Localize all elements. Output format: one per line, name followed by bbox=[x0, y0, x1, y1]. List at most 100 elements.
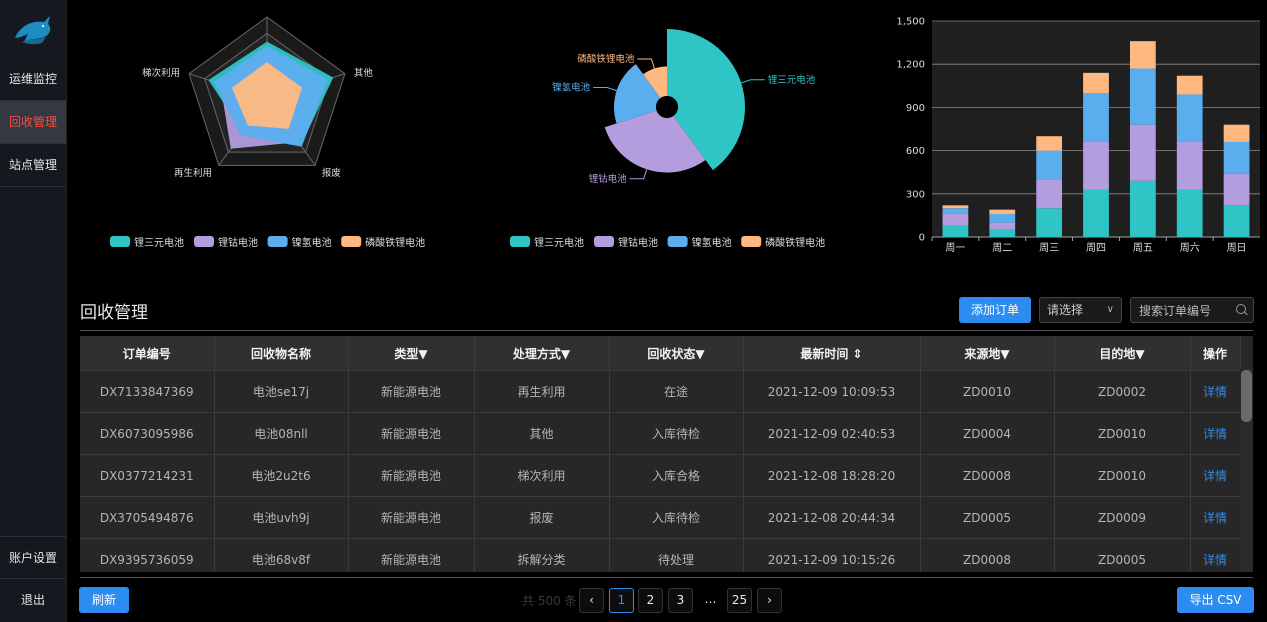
table-cell: ZD0010 bbox=[1054, 454, 1191, 497]
bar-segment[interactable] bbox=[1176, 189, 1203, 237]
total-count: 共 500 条 bbox=[522, 594, 577, 608]
page-25-button[interactable]: 25 bbox=[727, 588, 752, 613]
bar-segment[interactable] bbox=[989, 209, 1016, 214]
rose-pie-chart: 锂三元电池锂钴电池镍氢电池磷酸铁锂电池锂三元电池 锂钴电池 镍氢电池 磷酸铁锂电池 bbox=[510, 29, 825, 249]
prev-page-button[interactable]: ‹ bbox=[579, 588, 604, 613]
details-link[interactable]: 详情 bbox=[1190, 496, 1241, 539]
table-cell: DX6073095986 bbox=[80, 412, 215, 455]
pie-slice-label: 锂三元电池 bbox=[768, 74, 816, 86]
bar-segment[interactable] bbox=[1036, 136, 1063, 151]
bar-segment[interactable] bbox=[1129, 124, 1156, 181]
bar-segment[interactable] bbox=[1223, 205, 1250, 237]
bar-segment[interactable] bbox=[1083, 72, 1109, 93]
page-1-button[interactable]: 1 bbox=[609, 588, 634, 613]
footer-divider bbox=[80, 577, 1253, 578]
column-header[interactable]: 目的地▼ bbox=[1054, 336, 1191, 371]
table-cell: 新能源电池 bbox=[348, 370, 475, 413]
column-header[interactable]: 类型▼ bbox=[348, 336, 475, 371]
column-header[interactable]: 处理方式▼ bbox=[474, 336, 610, 371]
table-cell: 新能源电池 bbox=[348, 412, 475, 455]
pie-label-line bbox=[629, 169, 648, 180]
nav-site-management[interactable]: 站点管理 bbox=[0, 144, 66, 187]
bar-segment[interactable] bbox=[1036, 179, 1063, 209]
page-3-button[interactable]: 3 bbox=[668, 588, 693, 613]
bar-segment[interactable] bbox=[1129, 41, 1156, 69]
nav-account-settings[interactable]: 账户设置 bbox=[0, 536, 66, 579]
order-search-input[interactable] bbox=[1137, 301, 1237, 321]
search-icon[interactable] bbox=[1236, 304, 1246, 314]
details-link[interactable]: 详情 bbox=[1190, 538, 1241, 572]
column-header[interactable]: 来源地▼ bbox=[920, 336, 1055, 371]
bar-segment[interactable] bbox=[1036, 150, 1063, 180]
bar-segment[interactable] bbox=[942, 205, 969, 209]
y-tick-label: 1,500 bbox=[896, 17, 925, 28]
details-link[interactable]: 详情 bbox=[1190, 454, 1241, 497]
y-tick-label: 300 bbox=[906, 189, 925, 200]
bar-segment[interactable] bbox=[1223, 173, 1250, 206]
x-tick-label: 周五 bbox=[1133, 242, 1153, 254]
bar-segment[interactable] bbox=[1083, 141, 1109, 190]
legend-swatch[interactable] bbox=[194, 236, 214, 247]
y-tick-label: 900 bbox=[906, 103, 925, 114]
table-cell: 电池uvh9j bbox=[214, 496, 349, 539]
legend-swatch[interactable] bbox=[741, 236, 762, 247]
table-cell: 2021-12-08 20:44:34 bbox=[743, 496, 921, 539]
bar-segment[interactable] bbox=[1223, 124, 1250, 142]
export-csv-button[interactable]: 导出 CSV bbox=[1177, 587, 1254, 613]
filter-select[interactable]: 请选择 ∨ bbox=[1039, 297, 1122, 323]
legend-swatch[interactable] bbox=[341, 236, 362, 247]
table-cell: 待处理 bbox=[609, 538, 744, 572]
bar-segment[interactable] bbox=[1129, 180, 1156, 237]
table-cell: 2021-12-09 10:15:26 bbox=[743, 538, 921, 572]
bar-segment[interactable] bbox=[942, 208, 969, 214]
bar-segment[interactable] bbox=[1083, 189, 1109, 237]
bar-segment[interactable] bbox=[989, 213, 1016, 223]
table-row: DX7133847369 电池se17j 新能源电池 再生利用 在途 2021-12-09… bbox=[80, 370, 1241, 413]
radar-indicator-label: 再生利用 bbox=[174, 167, 212, 179]
order-search-box[interactable] bbox=[1130, 297, 1254, 323]
legend-label: 锂三元电池 bbox=[134, 236, 184, 249]
x-tick-label: 周日 bbox=[1227, 242, 1247, 254]
table-cell: 2021-12-09 02:40:53 bbox=[743, 412, 921, 455]
legend-swatch[interactable] bbox=[594, 236, 614, 247]
add-order-button[interactable]: 添加订单 bbox=[959, 297, 1031, 323]
table-cell: 入库待检 bbox=[609, 496, 744, 539]
column-header[interactable]: 回收物名称 bbox=[214, 336, 349, 371]
nav-recycle-management[interactable]: 回收管理 bbox=[0, 101, 66, 144]
refresh-button[interactable]: 刷新 bbox=[79, 587, 129, 613]
chevron-down-icon: ∨ bbox=[1106, 304, 1114, 315]
column-header[interactable]: 操作 bbox=[1190, 336, 1241, 371]
bar-segment[interactable] bbox=[989, 229, 1016, 237]
bar-segment[interactable] bbox=[989, 222, 1016, 230]
legend-swatch[interactable] bbox=[510, 236, 530, 247]
page-2-button[interactable]: 2 bbox=[638, 588, 663, 613]
bar-segment[interactable] bbox=[1176, 94, 1203, 142]
legend-label: 磷酸铁锂电池 bbox=[765, 236, 825, 249]
orders-table: 订单编号 回收物名称 类型▼ 处理方式▼ 回收状态▼ 最新时间 ⇕ 来源地▼ 目的地▼ 操作 D… bbox=[80, 336, 1253, 572]
bar-segment[interactable] bbox=[942, 213, 969, 226]
filter-select-value: 请选择 bbox=[1047, 303, 1084, 317]
y-tick-label: 0 bbox=[919, 233, 925, 244]
legend-swatch[interactable] bbox=[267, 236, 288, 247]
column-header[interactable]: 订单编号 bbox=[80, 336, 215, 371]
bar-segment[interactable] bbox=[942, 225, 969, 237]
table-scrollbar-thumb[interactable] bbox=[1241, 370, 1252, 422]
bar-segment[interactable] bbox=[1036, 208, 1063, 237]
legend-label: 磷酸铁锂电池 bbox=[365, 236, 425, 249]
bar-segment[interactable] bbox=[1176, 141, 1203, 190]
nav-ops-monitor[interactable]: 运维监控 bbox=[0, 58, 66, 101]
bar-segment[interactable] bbox=[1083, 93, 1109, 142]
next-page-button[interactable]: › bbox=[757, 588, 782, 613]
legend-swatch[interactable] bbox=[667, 236, 688, 247]
details-link[interactable]: 详情 bbox=[1190, 370, 1241, 413]
bar-segment[interactable] bbox=[1129, 68, 1156, 125]
column-header[interactable]: 最新时间 ⇕ bbox=[743, 336, 921, 371]
legend-swatch[interactable] bbox=[110, 236, 130, 247]
details-link[interactable]: 详情 bbox=[1190, 412, 1241, 455]
radar-indicator-label: 梯次利用 bbox=[142, 67, 180, 79]
bar-segment[interactable] bbox=[1176, 75, 1203, 95]
radar-chart: 拆解分类其他报废 再生利用 梯次利用锂三元电池 锂钴电池 镍氢电池 磷酸铁锂电池 bbox=[110, 5, 425, 249]
column-header[interactable]: 回收状态▼ bbox=[609, 336, 744, 371]
bar-segment[interactable] bbox=[1223, 141, 1250, 174]
nav-logout[interactable]: 退出 bbox=[0, 579, 66, 622]
